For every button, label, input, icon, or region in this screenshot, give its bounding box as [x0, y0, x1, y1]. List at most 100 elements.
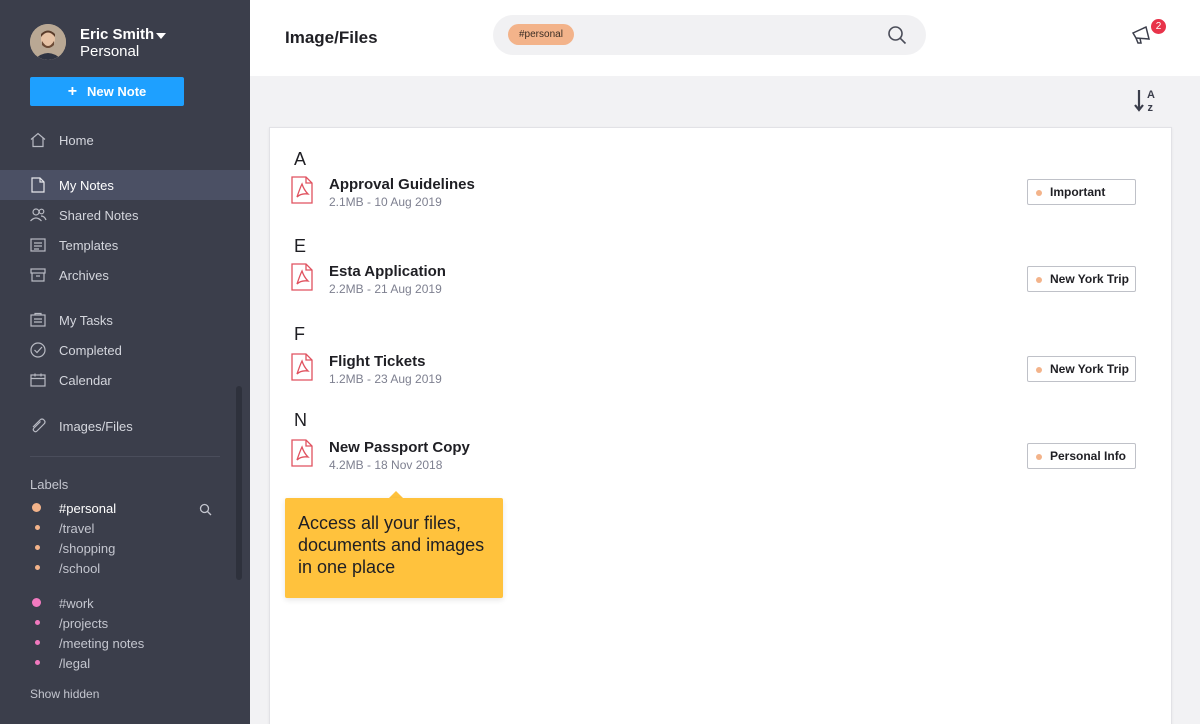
- sidebar-item-my-notes[interactable]: My Notes: [0, 170, 250, 200]
- label-meeting-notes[interactable]: /meeting notes: [0, 633, 230, 653]
- pdf-file-icon: [291, 176, 313, 204]
- sidebar-item-home[interactable]: Home: [0, 125, 250, 155]
- tag-label: New York Trip: [1050, 272, 1129, 286]
- file-meta: 2.1MB - 10 Aug 2019: [329, 195, 442, 209]
- notes-icon: [31, 177, 45, 193]
- label-dot: [35, 620, 40, 625]
- sidebar-item-label: My Notes: [59, 177, 114, 193]
- group-letter: N: [294, 410, 307, 430]
- show-hidden-link[interactable]: Show hidden: [30, 687, 99, 701]
- file-row[interactable]: Approval Guidelines 2.1MB - 10 Aug 2019 …: [270, 176, 1171, 216]
- label-dot: [32, 598, 41, 607]
- label-name: #personal: [59, 500, 117, 516]
- home-icon: [30, 132, 46, 148]
- tag-dot: [1036, 454, 1042, 460]
- page-title: Image/Files: [285, 28, 378, 47]
- file-meta: 4.2MB - 18 Nov 2018: [329, 458, 443, 472]
- search-filter-chip[interactable]: #personal: [508, 24, 574, 45]
- group-letter: F: [294, 324, 305, 344]
- avatar: [30, 24, 66, 60]
- tag-dot: [1036, 190, 1042, 196]
- sidebar-item-templates[interactable]: Templates: [0, 230, 250, 260]
- label-work[interactable]: #work: [0, 593, 230, 613]
- new-note-button[interactable]: + New Note: [30, 77, 184, 106]
- header: Image/Files #personal 2: [250, 0, 1200, 76]
- sidebar-item-shared-notes[interactable]: Shared Notes: [0, 200, 250, 230]
- profile-workspace: Personal: [80, 43, 140, 60]
- tag-badge[interactable]: New York Trip: [1027, 356, 1136, 382]
- sidebar-item-label: Archives: [59, 267, 109, 283]
- label-name: /shopping: [59, 540, 116, 556]
- pdf-file-icon: [291, 263, 313, 291]
- file-name: Approval Guidelines: [329, 176, 475, 193]
- sidebar-divider: [30, 456, 220, 457]
- sidebar-item-label: Images/Files: [59, 418, 133, 434]
- label-dot: [35, 565, 40, 570]
- file-list-panel: A Approval Guidelines 2.1MB - 10 Aug 201…: [269, 127, 1172, 724]
- svg-text:A: A: [1147, 89, 1155, 101]
- tag-badge[interactable]: New York Trip: [1027, 266, 1136, 292]
- sidebar-item-label: Calendar: [59, 372, 112, 388]
- sidebar-item-archives[interactable]: Archives: [0, 260, 250, 290]
- label-legal[interactable]: /legal: [0, 653, 230, 673]
- label-school[interactable]: /school: [0, 558, 230, 578]
- notification-badge: 2: [1150, 18, 1167, 35]
- search-input[interactable]: #personal: [493, 15, 926, 55]
- templates-icon: [30, 238, 46, 252]
- pdf-file-icon: [291, 353, 313, 381]
- pdf-file-icon: [291, 439, 313, 467]
- check-circle-icon: [30, 342, 46, 358]
- tag-badge[interactable]: Important: [1027, 179, 1136, 205]
- label-name: /travel: [59, 520, 95, 536]
- onboarding-tooltip: Access all your files, documents and ima…: [285, 498, 503, 598]
- search-icon[interactable]: [199, 503, 212, 516]
- sidebar-item-label: Completed: [59, 342, 122, 358]
- sidebar: Eric Smith Personal + New Note Home My N…: [0, 0, 250, 724]
- sort-alpha-icon[interactable]: A z: [1133, 87, 1159, 113]
- file-name: Flight Tickets: [329, 353, 426, 370]
- label-travel[interactable]: /travel: [0, 518, 230, 538]
- label-dot: [35, 660, 40, 665]
- tag-badge[interactable]: Personal Info: [1027, 443, 1136, 469]
- file-meta: 1.2MB - 23 Aug 2019: [329, 372, 442, 386]
- file-row[interactable]: Flight Tickets 1.2MB - 23 Aug 2019 New Y…: [270, 353, 1171, 393]
- profile-switcher[interactable]: Eric Smith Personal: [30, 24, 230, 62]
- label-personal[interactable]: #personal: [0, 498, 230, 518]
- sidebar-item-my-tasks[interactable]: My Tasks: [0, 305, 250, 335]
- label-dot: [35, 525, 40, 530]
- file-meta: 2.2MB - 21 Aug 2019: [329, 282, 442, 296]
- chevron-down-icon[interactable]: [156, 33, 166, 39]
- sidebar-item-images-files[interactable]: Images/Files: [0, 411, 250, 441]
- sidebar-item-completed[interactable]: Completed: [0, 335, 250, 365]
- profile-name: Eric Smith: [80, 26, 155, 43]
- group-letter: E: [294, 236, 307, 256]
- sidebar-item-label: Home: [59, 132, 94, 148]
- label-name: /projects: [59, 615, 109, 631]
- sidebar-item-label: Templates: [59, 237, 119, 253]
- file-row[interactable]: Esta Application 2.2MB - 21 Aug 2019 New…: [270, 263, 1171, 303]
- plus-icon: +: [67, 82, 78, 100]
- paperclip-icon: [32, 418, 46, 433]
- tag-label: Important: [1050, 185, 1106, 199]
- search-icon[interactable]: [887, 25, 907, 45]
- new-note-label: New Note: [87, 84, 147, 99]
- label-name: /meeting notes: [59, 635, 145, 651]
- label-name: /school: [59, 560, 101, 576]
- label-projects[interactable]: /projects: [0, 613, 230, 633]
- label-shopping[interactable]: /shopping: [0, 538, 230, 558]
- file-row[interactable]: New Passport Copy 4.2MB - 18 Nov 2018 Pe…: [270, 439, 1171, 479]
- tag-label: New York Trip: [1050, 362, 1129, 376]
- tasks-icon: [30, 312, 46, 327]
- svg-text:z: z: [1148, 102, 1154, 113]
- labels-heading: Labels: [30, 477, 69, 492]
- sidebar-item-label: My Tasks: [59, 312, 113, 328]
- sidebar-scrollbar[interactable]: [236, 386, 242, 580]
- label-dot: [35, 640, 40, 645]
- file-name: Esta Application: [329, 263, 446, 280]
- tooltip-arrow: [389, 491, 403, 498]
- label-dot: [32, 503, 41, 512]
- shared-users-icon: [30, 208, 47, 222]
- group-letter: A: [294, 149, 307, 169]
- tag-dot: [1036, 277, 1042, 283]
- sidebar-item-calendar[interactable]: Calendar: [0, 365, 250, 395]
